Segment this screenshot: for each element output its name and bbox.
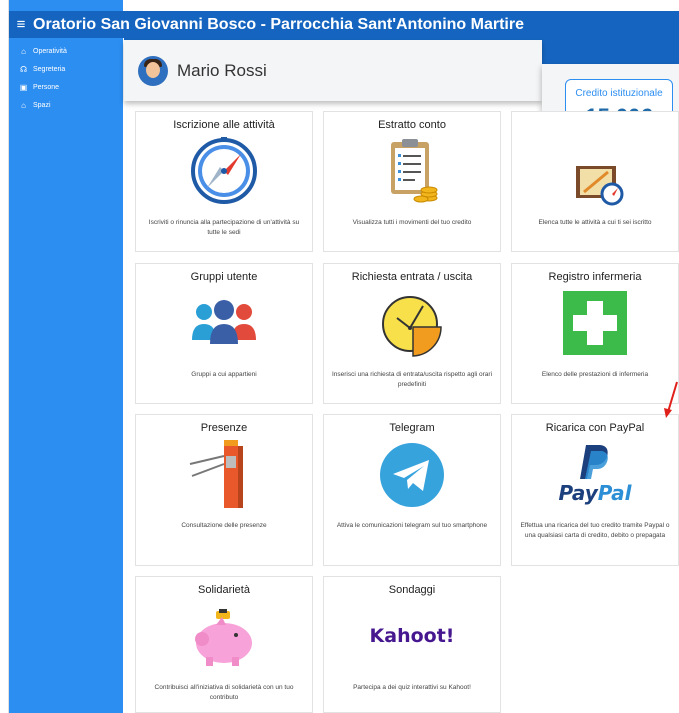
sidebar: ⌂ Operatività ☊ Segreteria ▣ Persone ⌂ S… xyxy=(9,0,123,713)
card-description: Visualizza tutti i movimenti del tuo cre… xyxy=(352,219,472,226)
compass-icon xyxy=(136,136,312,206)
card-title: Presenze xyxy=(200,422,248,434)
sidebar-item-persone[interactable]: ▣ Persone xyxy=(9,78,123,96)
card-sondaggi[interactable]: Sondaggi Kahoot! Partecipa a dei quiz in… xyxy=(323,576,501,713)
card-title: Iscrizione alle attività xyxy=(173,119,275,131)
card-description: Consultazione delle presenze xyxy=(181,522,267,529)
card-description: Contribuisci all'iniziativa di solidarie… xyxy=(154,684,294,701)
card-title: Ricarica con PayPal xyxy=(545,422,645,434)
card-description: Gruppi a cui appartieni xyxy=(191,371,257,378)
medical-cross-icon xyxy=(512,288,678,358)
turnstile-icon xyxy=(136,439,312,509)
hamburger-icon[interactable]: ≡ xyxy=(9,16,33,33)
card-solidarieta[interactable]: Solidarietà Contribuisci all'iniziativa … xyxy=(135,576,313,713)
telegram-icon xyxy=(324,439,500,509)
card-mie-attivita[interactable]: Elenca tutte le attività a cui ti sei is… xyxy=(511,111,679,252)
kahoot-logo-text: Kahoot! xyxy=(369,625,455,647)
card-title: Sondaggi xyxy=(388,584,436,596)
sidebar-item-label: Segreteria xyxy=(33,65,66,73)
card-description: Attiva le comunicazioni telegram sul tuo… xyxy=(336,522,488,529)
card-description: Elenca tutte le attività a cui ti sei is… xyxy=(538,219,652,226)
headset-icon: ☊ xyxy=(19,64,28,74)
piggy-bank-icon xyxy=(136,601,312,671)
card-registro-infermeria[interactable]: Registro infermeria Elenco delle prestaz… xyxy=(511,263,679,404)
sidebar-item-label: Persone xyxy=(33,83,60,91)
card-title xyxy=(512,119,678,133)
card-title: Registro infermeria xyxy=(548,271,642,283)
kahoot-icon: Kahoot! xyxy=(324,601,500,671)
card-title: Solidarietà xyxy=(198,584,250,596)
map-compass-icon xyxy=(512,136,678,206)
avatar[interactable] xyxy=(138,55,168,86)
card-estratto-conto[interactable]: Estratto conto Visualizza tutti i movime… xyxy=(323,111,501,252)
card-description: Iscriviti o rinuncia alla partecipazione… xyxy=(148,219,300,236)
card-title: Gruppi utente xyxy=(190,271,258,283)
user-name: Mario Rossi xyxy=(177,60,267,80)
card-description: Partecipa a dei quiz interattivi su Kaho… xyxy=(353,684,471,691)
sidebar-item-segreteria[interactable]: ☊ Segreteria xyxy=(9,60,123,78)
users-group-icon xyxy=(136,288,312,358)
card-title: Richiesta entrata / uscita xyxy=(351,271,473,283)
paypal-icon: PayPal xyxy=(512,439,678,509)
card-description: Elenco delle prestazioni di infermeria xyxy=(541,371,649,378)
page-title: Oratorio San Giovanni Bosco - Parrocchia… xyxy=(33,15,524,33)
card-gruppi-utente[interactable]: Gruppi utente Gruppi a cui appartieni xyxy=(135,263,313,404)
card-telegram[interactable]: Telegram Attiva le comunicazioni telegra… xyxy=(323,414,501,566)
card-iscrizione-attivita[interactable]: Iscrizione alle attività Iscriviti o rin… xyxy=(135,111,313,252)
window-edge xyxy=(0,0,9,713)
user-panel: Mario Rossi xyxy=(124,40,542,101)
card-richiesta-entrata-uscita[interactable]: Richiesta entrata / uscita Inserisci una… xyxy=(323,263,501,404)
sidebar-item-label: Spazi xyxy=(33,101,51,109)
card-title: Telegram xyxy=(389,422,435,434)
sidebar-item-label: Operatività xyxy=(33,47,67,55)
clock-icon xyxy=(324,288,500,358)
card-ricarica-paypal[interactable]: Ricarica con PayPal PayPal Effettua una … xyxy=(511,414,679,566)
sidebar-item-operativita[interactable]: ⌂ Operatività xyxy=(9,42,123,60)
clipboard-coins-icon xyxy=(324,136,500,206)
card-presenze[interactable]: Presenze Consultazione delle presenze xyxy=(135,414,313,566)
card-title: Estratto conto xyxy=(378,119,446,131)
id-card-icon: ▣ xyxy=(19,82,28,92)
annotation-arrow-icon xyxy=(664,381,678,418)
paypal-logo-text: PayPal xyxy=(558,481,632,505)
sidebar-item-spazi[interactable]: ⌂ Spazi xyxy=(9,96,123,114)
credit-label: Credito istituzionale xyxy=(575,88,663,99)
building-icon: ⌂ xyxy=(21,100,26,110)
card-description: Effettua una ricarica del tuo credito tr… xyxy=(520,522,670,539)
home-icon: ⌂ xyxy=(21,46,26,56)
card-description: Inserisci una richiesta di entrata/uscit… xyxy=(331,371,493,388)
top-bar: ≡ Oratorio San Giovanni Bosco - Parrocch… xyxy=(9,11,679,38)
